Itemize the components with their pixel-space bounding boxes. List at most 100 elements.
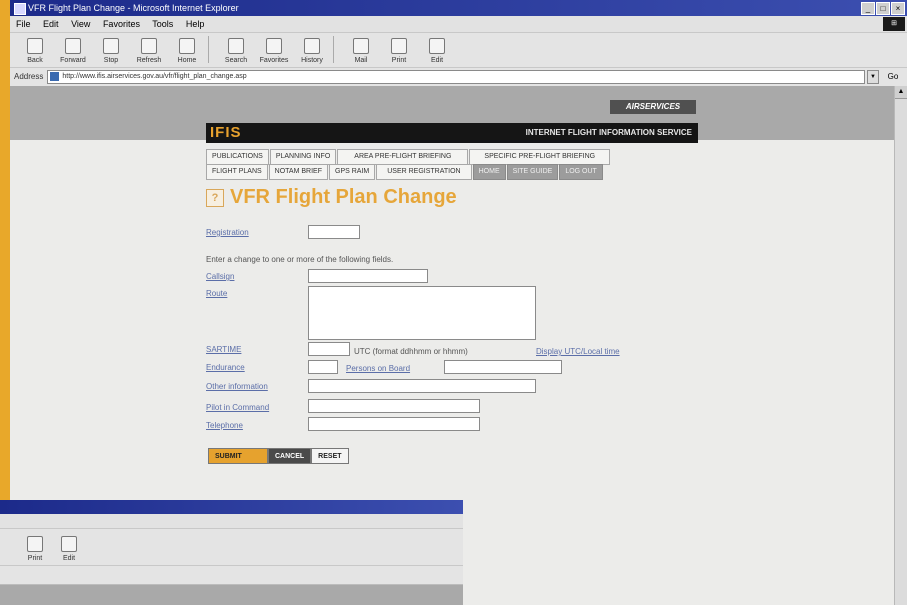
background-browser-window: Print Edit <box>0 500 463 605</box>
persons-on-board-label[interactable]: Persons on Board <box>346 364 410 373</box>
favorites-button[interactable]: Favorites <box>257 38 291 67</box>
stop-icon <box>103 38 119 54</box>
ifis-banner: IFIS INTERNET FLIGHT INFORMATION SERVICE <box>206 123 698 143</box>
page-icon <box>50 72 60 81</box>
background-print-button[interactable]: Print <box>20 536 50 565</box>
windows-logo-icon: ⊞ <box>883 17 905 31</box>
background-header-band <box>0 585 463 605</box>
endurance-input[interactable] <box>308 360 338 374</box>
back-arrow-icon <box>27 38 43 54</box>
nav-site-guide[interactable]: SITE GUIDE <box>506 164 559 180</box>
ifis-tagline: INTERNET FLIGHT INFORMATION SERVICE <box>525 128 692 137</box>
history-button[interactable]: History <box>295 38 329 67</box>
nav-top: PUBLICATIONS PLANNING INFO AREA PRE-FLIG… <box>206 149 611 165</box>
refresh-icon <box>141 38 157 54</box>
persons-on-board-input[interactable] <box>444 360 562 374</box>
menu-edit[interactable]: Edit <box>43 19 59 29</box>
page-title: ? VFR Flight Plan Change <box>206 186 457 209</box>
nav-home[interactable]: HOME <box>472 164 506 180</box>
toolbar: Back Forward Stop Refresh Home Search Fa… <box>10 33 907 68</box>
registration-label[interactable]: Registration <box>206 228 249 237</box>
display-utc-link[interactable]: Display UTC/Local time <box>536 347 620 356</box>
background-toolbar: Print Edit <box>0 529 463 566</box>
menu-view[interactable]: View <box>71 19 90 29</box>
page-title-text: VFR Flight Plan Change <box>230 186 457 208</box>
help-icon[interactable]: ? <box>206 188 224 207</box>
background-address-bar <box>0 566 463 585</box>
mail-icon <box>353 38 369 54</box>
callsign-label[interactable]: Callsign <box>206 272 234 281</box>
address-label: Address <box>14 72 44 81</box>
ie-icon <box>14 3 26 15</box>
background-edit-button[interactable]: Edit <box>54 536 84 565</box>
nav-specific-briefing[interactable]: SPECIFIC PRE-FLIGHT BRIEFING <box>469 149 611 165</box>
sartime-hint: UTC (format ddhhmm or hhmm) <box>354 347 468 356</box>
nav-area-briefing[interactable]: AREA PRE-FLIGHT BRIEFING <box>337 149 469 165</box>
forward-button[interactable]: Forward <box>56 38 90 67</box>
maximize-button[interactable]: □ <box>876 2 890 15</box>
route-label[interactable]: Route <box>206 289 227 298</box>
nav-planning-info[interactable]: PLANNING INFO <box>269 149 337 165</box>
minimize-button[interactable]: _ <box>861 2 875 15</box>
menu-tools[interactable]: Tools <box>152 19 173 29</box>
home-icon <box>179 38 195 54</box>
sartime-label[interactable]: SARTIME <box>206 345 241 354</box>
forward-arrow-icon <box>65 38 81 54</box>
menu-favorites[interactable]: Favorites <box>103 19 140 29</box>
menu-bar: File Edit View Favorites Tools Help ⊞ <box>10 16 907 33</box>
nav-user-registration[interactable]: USER REGISTRATION <box>376 164 472 180</box>
back-button[interactable]: Back <box>18 38 52 67</box>
background-title-bar <box>0 500 463 514</box>
close-button[interactable]: × <box>891 2 905 15</box>
address-url: http://www.ifis.airservices.gov.au/vfr/f… <box>62 73 247 80</box>
mail-button[interactable]: Mail <box>344 38 378 67</box>
airservices-logo: AIRSERVICES <box>610 100 696 114</box>
nav-log-out[interactable]: LOG OUT <box>559 164 603 180</box>
submit-button[interactable]: SUBMIT <box>208 448 268 464</box>
menu-file[interactable]: File <box>16 19 31 29</box>
sartime-input[interactable] <box>308 342 350 356</box>
address-dropdown[interactable]: ▼ <box>867 70 879 84</box>
endurance-label[interactable]: Endurance <box>206 363 245 372</box>
pilot-in-command-label[interactable]: Pilot in Command <box>206 403 269 412</box>
nav-gps-raim[interactable]: GPS RAIM <box>329 164 376 180</box>
refresh-button[interactable]: Refresh <box>132 38 166 67</box>
telephone-input[interactable] <box>308 417 480 431</box>
printer-icon <box>391 38 407 54</box>
callsign-input[interactable] <box>308 269 428 283</box>
cancel-button[interactable]: CANCEL <box>268 448 312 464</box>
other-information-input[interactable] <box>308 379 536 393</box>
toolbar-separator <box>333 36 340 63</box>
edit-button[interactable]: Edit <box>420 38 454 67</box>
nav-notam-brief[interactable]: NOTAM BRIEF <box>268 164 328 180</box>
title-bar: VFR Flight Plan Change - Microsoft Inter… <box>10 0 907 16</box>
other-information-label[interactable]: Other information <box>206 382 268 391</box>
scroll-up-arrow-icon[interactable]: ▲ <box>895 86 907 99</box>
search-button[interactable]: Search <box>219 38 253 67</box>
search-icon <box>228 38 244 54</box>
favorites-icon <box>266 38 282 54</box>
nav-flight-plans[interactable]: FLIGHT PLANS <box>206 164 268 180</box>
window-controls: _ □ × <box>861 2 905 15</box>
address-input[interactable]: http://www.ifis.airservices.gov.au/vfr/f… <box>47 70 865 84</box>
address-bar: Address http://www.ifis.airservices.gov.… <box>10 68 907 87</box>
instructions-text: Enter a change to one or more of the fol… <box>206 255 394 264</box>
reset-button[interactable]: RESET <box>311 448 349 464</box>
telephone-label[interactable]: Telephone <box>206 421 243 430</box>
registration-input[interactable] <box>308 225 360 239</box>
nav-publications[interactable]: PUBLICATIONS <box>206 149 269 165</box>
form-buttons: SUBMIT CANCEL RESET <box>208 448 349 464</box>
pilot-in-command-input[interactable] <box>308 399 480 413</box>
menu-help[interactable]: Help <box>186 19 205 29</box>
route-textarea[interactable] <box>308 286 536 340</box>
nav-bottom: FLIGHT PLANS NOTAM BRIEF GPS RAIM USER R… <box>206 164 604 180</box>
vertical-scrollbar[interactable]: ▲ <box>894 86 907 605</box>
edit-icon <box>429 38 445 54</box>
print-button[interactable]: Print <box>382 38 416 67</box>
history-icon <box>304 38 320 54</box>
stop-button[interactable]: Stop <box>94 38 128 67</box>
toolbar-separator <box>208 36 215 63</box>
go-button[interactable]: Go <box>879 68 907 86</box>
home-button[interactable]: Home <box>170 38 204 67</box>
background-menu-bar <box>0 514 463 529</box>
